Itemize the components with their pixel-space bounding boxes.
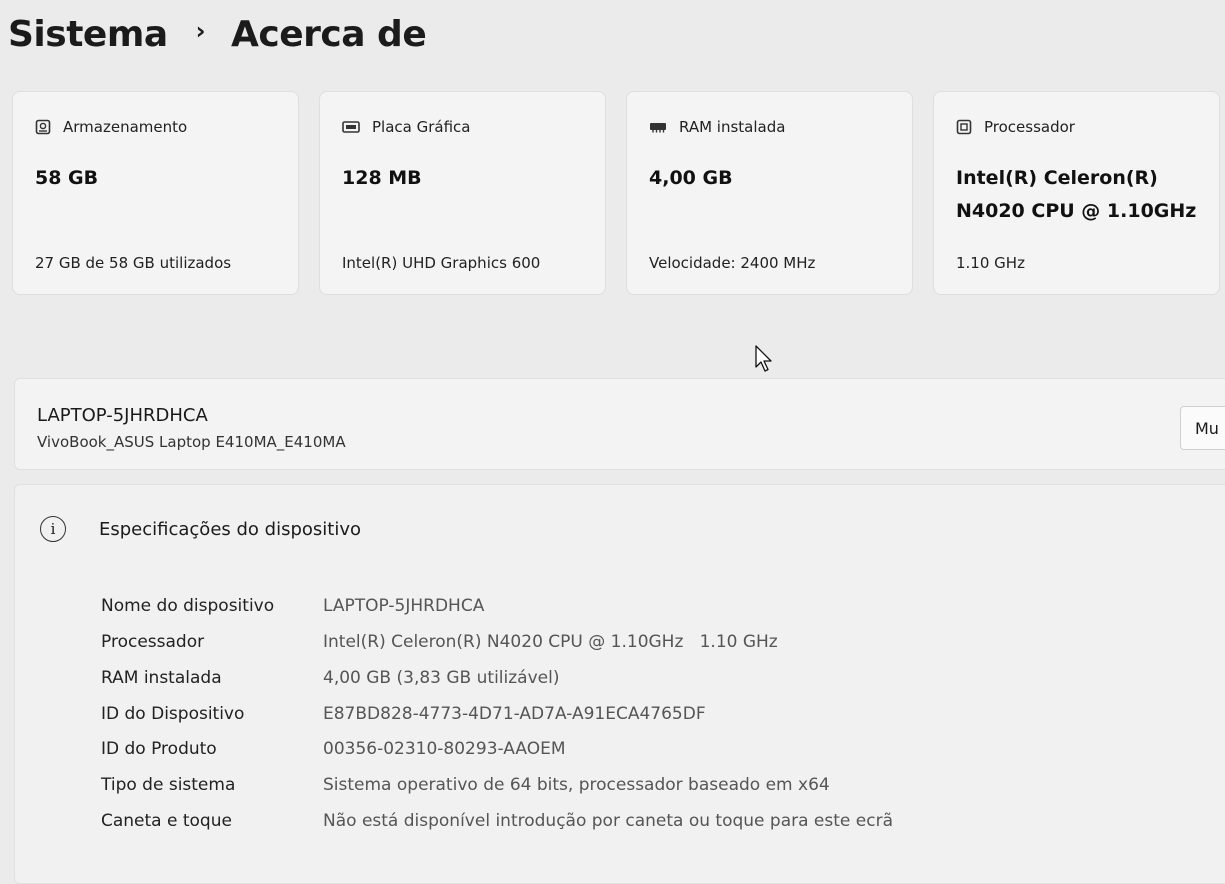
ram-card[interactable]: RAM instalada 4,00 GB Velocidade: 2400 M… (626, 91, 913, 295)
spec-value: E87BD828-4773-4D71-AD7A-A91ECA4765DF (323, 704, 706, 724)
mouse-cursor-icon (755, 345, 772, 372)
storage-icon (35, 119, 51, 135)
breadcrumb: Sistema › Acerca de (8, 14, 427, 55)
spec-row: Nome do dispositivo LAPTOP-5JHRDHCA (101, 596, 484, 632)
card-value: 58 GB (35, 167, 99, 189)
spec-key: ID do Produto (101, 739, 217, 759)
spec-key: Caneta e toque (101, 811, 232, 831)
card-value: 128 MB (342, 167, 422, 189)
device-name-card: LAPTOP-5JHRDHCA VivoBook_ASUS Laptop E41… (14, 378, 1225, 470)
spec-row: RAM instalada 4,00 GB (3,83 GB utilizáve… (101, 668, 559, 704)
spec-row: ID do Produto 00356-02310-80293-AAOEM (101, 739, 566, 775)
spec-value: LAPTOP-5JHRDHCA (323, 596, 485, 616)
spec-value: 4,00 GB (3,83 GB utilizável) (323, 668, 560, 688)
card-value: Intel(R) Celeron(R) (956, 167, 1158, 189)
card-subtitle: Intel(R) UHD Graphics 600 (342, 254, 541, 272)
graphics-card[interactable]: Placa Gráfica 128 MB Intel(R) UHD Graphi… (319, 91, 606, 295)
card-title: Armazenamento (63, 118, 188, 136)
card-value-line2: N4020 CPU @ 1.10GHz (956, 200, 1197, 222)
spec-row: Processador Intel(R) Celeron(R) N4020 CP… (101, 632, 778, 668)
card-subtitle: Velocidade: 2400 MHz (649, 254, 816, 272)
device-specs-header[interactable]: i Especificações do dispositivo (40, 516, 361, 542)
card-subtitle: 1.10 GHz (956, 254, 1025, 272)
spec-row: Tipo de sistema Sistema operativo de 64 … (101, 775, 830, 811)
spec-key: Nome do dispositivo (101, 596, 275, 616)
spec-row: Caneta e toque Não está disponível intro… (101, 811, 893, 847)
breadcrumb-parent[interactable]: Sistema (8, 14, 168, 55)
spec-value: 00356-02310-80293-AAOEM (323, 739, 566, 759)
breadcrumb-separator-icon: › (195, 16, 206, 45)
spec-row: ID do Dispositivo E87BD828-4773-4D71-AD7… (101, 704, 706, 740)
card-title: Processador (984, 118, 1075, 136)
info-icon: i (40, 516, 66, 542)
card-title: RAM instalada (679, 118, 786, 136)
device-specs-title: Especificações do dispositivo (99, 518, 362, 540)
processor-card[interactable]: Processador Intel(R) Celeron(R) N4020 CP… (933, 91, 1220, 295)
spec-value: Sistema operativo de 64 bits, processado… (323, 775, 830, 795)
spec-key: RAM instalada (101, 668, 222, 688)
spec-key: ID do Dispositivo (101, 704, 245, 724)
card-value: 4,00 GB (649, 167, 733, 189)
graphics-card-icon (342, 121, 360, 133)
card-title: Placa Gráfica (372, 118, 471, 136)
card-subtitle: 27 GB de 58 GB utilizados (35, 254, 232, 272)
device-model: VivoBook_ASUS Laptop E410MA_E410MA (37, 433, 346, 451)
spec-value: Intel(R) Celeron(R) N4020 CPU @ 1.10GHz … (323, 632, 778, 652)
device-name: LAPTOP-5JHRDHCA (37, 405, 208, 426)
spec-key: Processador (101, 632, 205, 652)
storage-card[interactable]: Armazenamento 58 GB 27 GB de 58 GB utili… (12, 91, 299, 295)
page-title: Acerca de (231, 14, 427, 55)
rename-pc-button[interactable]: Mu (1180, 406, 1225, 450)
processor-icon (956, 119, 972, 135)
ram-icon (650, 123, 666, 133)
spec-value: Não está disponível introdução por canet… (323, 811, 893, 831)
spec-key: Tipo de sistema (101, 775, 236, 795)
